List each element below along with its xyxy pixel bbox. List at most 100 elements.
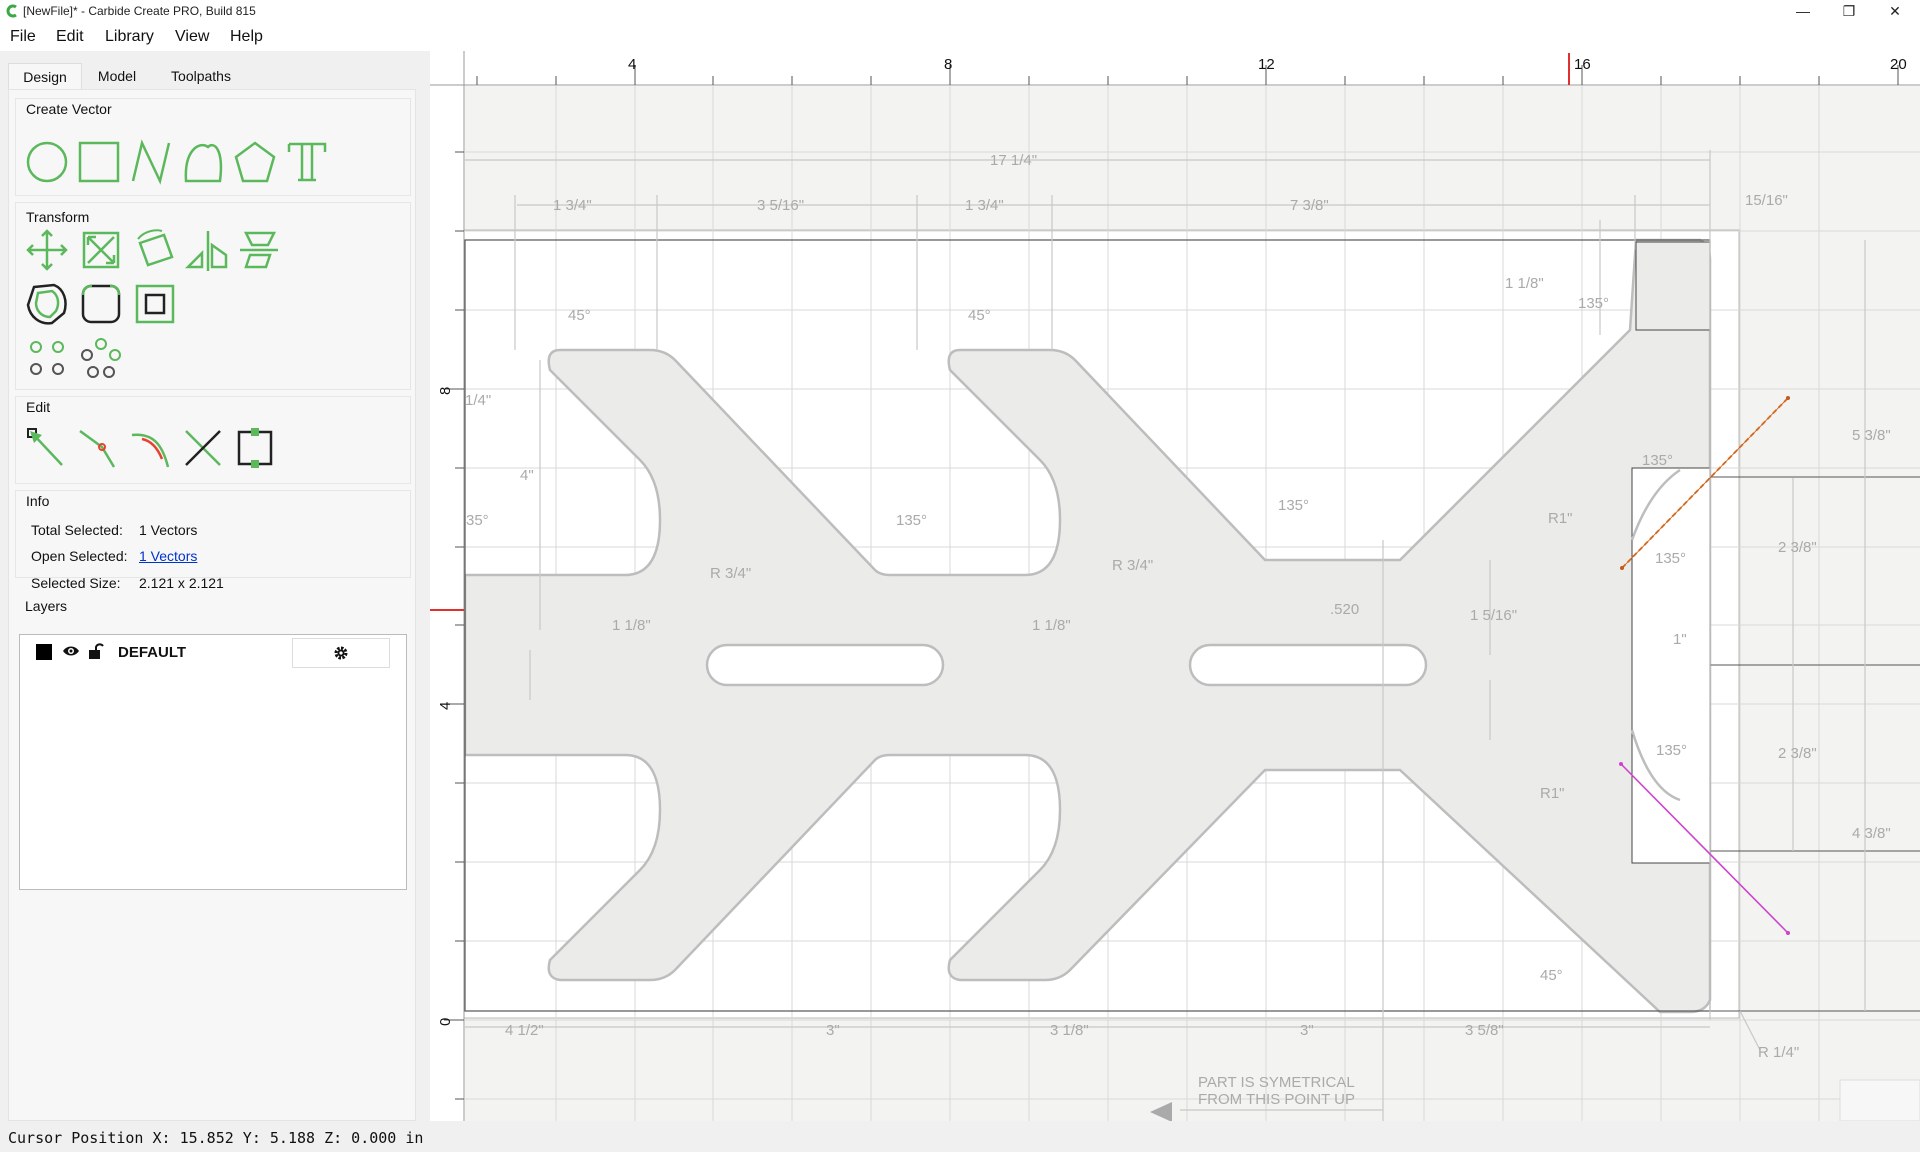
smooth-node-icon[interactable] [128, 425, 174, 471]
minimize-button[interactable]: — [1780, 0, 1826, 24]
ruler-v-label: 4 [437, 702, 454, 710]
angle-8: 135° [1655, 550, 1686, 567]
angle-1: 45° [568, 307, 591, 324]
angle-6: 135° [1578, 295, 1609, 312]
note-line-1: PART IS SYMETRICAL [1198, 1074, 1355, 1091]
dim-height: 5 3/8" [1852, 427, 1891, 444]
angle-10: 35° [466, 512, 489, 529]
scale-tool-icon[interactable] [78, 227, 124, 273]
transform-group: Transform [15, 202, 411, 390]
left-panel: Design Model Toolpaths Create Vector Tra… [0, 51, 430, 1121]
total-selected-label: Total Selected: [31, 522, 123, 538]
note-line-2: FROM THIS POINT UP [1198, 1091, 1355, 1108]
notch-top [1635, 241, 1711, 331]
angle-7: 135° [1642, 452, 1673, 469]
dim-arm-1: 1 1/8" [612, 617, 651, 634]
boolean-tool-icon[interactable] [132, 281, 178, 327]
tab-design[interactable]: Design [8, 63, 82, 90]
add-node-icon[interactable] [76, 425, 122, 471]
watermark-logo [1839, 1079, 1920, 1122]
dim-left-3: 1 3/4" [965, 197, 1004, 214]
circular-array-icon[interactable] [78, 335, 124, 381]
dim-bottom-3: 3 1/8" [1050, 1022, 1089, 1039]
linear-array-icon[interactable] [24, 335, 70, 381]
eye-icon[interactable] [62, 644, 80, 658]
angle-2: 45° [968, 307, 991, 324]
vertical-ruler[interactable] [430, 51, 464, 1121]
gear-icon [334, 646, 348, 660]
circle-tool-icon[interactable] [24, 139, 70, 185]
menu-file[interactable]: File [10, 28, 36, 46]
horizontal-ruler[interactable] [430, 51, 1920, 85]
ruler-h-label: 16 [1574, 56, 1591, 73]
layer-color-swatch[interactable] [36, 644, 52, 660]
menu-library[interactable]: Library [105, 28, 154, 46]
cursor-position: Cursor Position X: 15.852 Y: 5.188 Z: 0.… [8, 1129, 424, 1147]
join-icon[interactable] [232, 425, 278, 471]
dim-bottom-4: 3" [1300, 1022, 1314, 1039]
carbide-logo-icon [6, 4, 17, 18]
create-vector-group: Create Vector [15, 98, 411, 196]
polygon-tool-icon[interactable] [232, 139, 278, 185]
ruler-v-label: 0 [437, 1018, 454, 1026]
create-vector-title: Create Vector [26, 101, 112, 117]
polyline-tool-icon[interactable] [128, 139, 174, 185]
rectangle-tool-icon[interactable] [76, 139, 122, 185]
node-edit-icon[interactable] [24, 425, 70, 471]
fillet-tool-icon[interactable] [78, 281, 124, 327]
dim-left-2: 3 5/16" [757, 197, 804, 214]
edit-title: Edit [26, 399, 51, 415]
angle-5: 135° [1278, 497, 1309, 514]
info-total-selected: Total Selected: 1 Vectors [31, 522, 197, 538]
dim-notch-top: 1 1/8" [1505, 275, 1544, 292]
dim-edge: 1/4" [465, 392, 491, 409]
transform-title: Transform [26, 209, 90, 225]
total-selected-value: 1 Vectors [139, 522, 198, 538]
title-bar: [NewFile]* - Carbide Create PRO, Build 8… [0, 0, 1920, 24]
curve-tool-icon[interactable] [180, 139, 226, 185]
radius-notch-top: R1" [1548, 510, 1573, 527]
tab-model[interactable]: Model [86, 63, 148, 89]
layers-list: DEFAULT [19, 634, 407, 890]
dim-notch-depth: 1" [1673, 631, 1687, 648]
dim-bottom-5: 3 5/8" [1465, 1022, 1504, 1039]
tab-toolpaths[interactable]: Toolpaths [156, 63, 246, 89]
dim-right: 15/16" [1745, 192, 1788, 209]
design-canvas[interactable]: 17 1/4" 1 3/4" 3 5/16" 1 3/4" 7 3/8" 15/… [430, 51, 1920, 1122]
maximize-button[interactable]: ❐ [1826, 0, 1872, 24]
menu-bar: File Edit Library View Help [0, 24, 1920, 51]
trim-icon[interactable] [180, 425, 226, 471]
radius-corner: R 1/4" [1758, 1044, 1799, 1061]
close-button[interactable]: ✕ [1872, 0, 1918, 24]
layer-row[interactable]: DEFAULT [20, 635, 406, 669]
radius-notch-bottom: R1" [1540, 785, 1565, 802]
offset-tool-icon[interactable] [24, 281, 70, 327]
radius-left: R 3/4" [710, 565, 751, 582]
layer-settings-button[interactable] [292, 638, 390, 668]
menu-help[interactable]: Help [230, 28, 263, 46]
radius-right: R 3/4" [1112, 557, 1153, 574]
menu-view[interactable]: View [175, 28, 209, 46]
open-selected-link[interactable]: 1 Vectors [139, 548, 197, 564]
dim-notch-1: 2 3/8" [1778, 539, 1817, 556]
dim-arm-2: 1 1/8" [1032, 617, 1071, 634]
angle-9: 135° [1656, 742, 1687, 759]
align-tool-icon[interactable] [236, 227, 282, 273]
angle-4: 135° [896, 512, 927, 529]
move-tool-icon[interactable] [24, 227, 70, 273]
ruler-h-label: 4 [628, 56, 636, 73]
rotate-tool-icon[interactable] [132, 227, 178, 273]
unlock-icon[interactable] [88, 642, 104, 660]
dim-slot-width: .520 [1330, 601, 1359, 618]
menu-edit[interactable]: Edit [56, 28, 84, 46]
text-tool-icon[interactable] [284, 139, 330, 185]
ruler-h-label: 20 [1890, 56, 1907, 73]
info-open-selected: Open Selected: 1 Vectors [31, 548, 197, 564]
design-panel: Create Vector Transform Edit Info Total … [8, 89, 416, 1121]
slot-right [1188, 643, 1428, 687]
ruler-v-label: 8 [437, 387, 454, 395]
window-title: [NewFile]* - Carbide Create PRO, Build 8… [23, 4, 256, 18]
canvas-svg[interactable]: 17 1/4" 1 3/4" 3 5/16" 1 3/4" 7 3/8" 15/… [430, 51, 1920, 1122]
dim-overall: 17 1/4" [990, 152, 1037, 169]
mirror-tool-icon[interactable] [184, 227, 230, 273]
